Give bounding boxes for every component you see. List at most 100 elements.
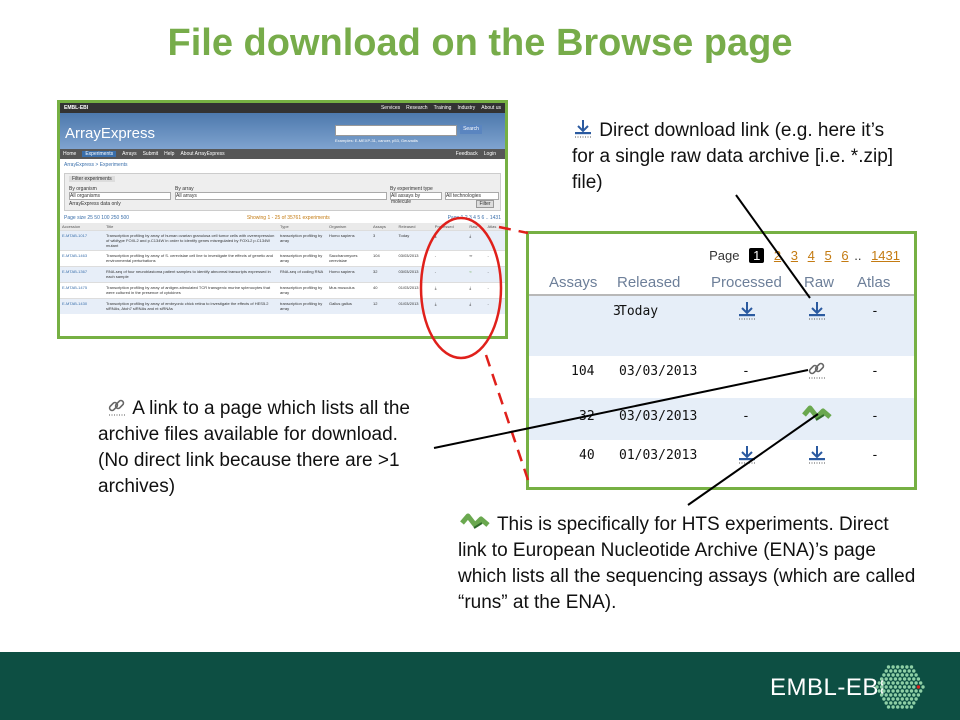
logo-dot (900, 689, 904, 693)
logo-dot (905, 697, 909, 701)
logo-dot (877, 681, 881, 685)
logo-dot (891, 665, 895, 669)
logo-dot (891, 697, 895, 701)
logo-dot (912, 685, 916, 689)
logo-dot (900, 673, 904, 677)
logo-dot (902, 693, 907, 697)
logo-dot (912, 669, 916, 673)
logo-dot (875, 685, 879, 689)
logo-dot (905, 681, 909, 685)
logo-dot (896, 665, 900, 669)
logo-dot (902, 701, 907, 705)
logo-dot (889, 677, 893, 681)
footer-logo: EMBL-EBI (770, 674, 887, 701)
logo-dot (902, 685, 907, 689)
logo-dot (891, 681, 895, 685)
logo-dot (889, 669, 893, 673)
logo-dot (919, 689, 923, 693)
callout-overlay (419, 194, 819, 506)
logo-dot (882, 673, 886, 677)
logo-dot (884, 685, 888, 689)
logo-dot (886, 673, 891, 677)
logo-dot (909, 705, 914, 709)
logo-dot (905, 673, 909, 677)
logo-dot (919, 681, 923, 685)
logo-dot (914, 689, 918, 693)
logo-dot (902, 677, 907, 681)
logo-dot (900, 697, 904, 701)
embl-ebi-hex-logo-icon (875, 665, 925, 709)
logo-dot (907, 693, 911, 697)
logo-dot (909, 665, 914, 669)
logo-dot (896, 697, 900, 701)
logo-dot (884, 701, 888, 705)
logo-dot (907, 677, 911, 681)
logo-dot (893, 685, 898, 689)
logo-dot (879, 685, 884, 689)
logo-dot (893, 693, 898, 697)
logo-dot (907, 669, 911, 673)
pointer-ena (687, 413, 819, 506)
logo-dot (879, 677, 884, 681)
logo-dot (916, 677, 921, 681)
logo-dot (912, 701, 916, 705)
logo-dot (916, 685, 921, 689)
logo-dot (921, 685, 925, 689)
logo-dot (909, 681, 914, 685)
logo-dot (882, 689, 886, 693)
logo-dot (912, 693, 916, 697)
footer-bar: EMBL-EBI (0, 652, 960, 720)
logo-dot (882, 681, 886, 685)
logo-dot (914, 697, 918, 701)
logo-dot (877, 689, 881, 693)
logo-dot (912, 677, 916, 681)
logo-dot (916, 693, 921, 697)
zoom-connector-bottom (484, 354, 530, 481)
logo-dot (898, 693, 902, 697)
logo-dot (884, 693, 888, 697)
logo-dot (882, 697, 886, 701)
logo-dot (898, 669, 902, 673)
logo-dot (891, 689, 895, 693)
logo-dot (891, 705, 895, 709)
logo-dot (893, 677, 898, 681)
zoom-connector-top (498, 225, 529, 235)
logo-dot (898, 685, 902, 689)
logo-dot (909, 689, 914, 693)
logo-dot (905, 705, 909, 709)
logo-dot (914, 673, 918, 677)
logo-dot (893, 669, 898, 673)
logo-dot (886, 681, 891, 685)
logo-dot (909, 697, 914, 701)
logo-dot (902, 669, 907, 673)
logo-dot (879, 693, 884, 697)
highlight-ellipse (419, 216, 503, 360)
logo-dot (900, 705, 904, 709)
logo-dot (891, 673, 895, 677)
logo-dot (886, 665, 891, 669)
logo-dot (889, 701, 893, 705)
logo-dot (886, 689, 891, 693)
logo-dot (884, 677, 888, 681)
logo-dot (886, 705, 891, 709)
logo-dot (907, 685, 911, 689)
logo-dot (896, 705, 900, 709)
logo-dot (884, 669, 888, 673)
logo-dot (909, 673, 914, 677)
logo-dot (896, 689, 900, 693)
logo-dot (889, 685, 893, 689)
logo-dot (907, 701, 911, 705)
logo-dot (889, 693, 893, 697)
logo-dot (886, 697, 891, 701)
logo-dot (900, 681, 904, 685)
logo-dot (893, 701, 898, 705)
pointer-link (433, 369, 809, 449)
logo-dot (900, 665, 904, 669)
logo-dot (896, 681, 900, 685)
logo-dot (905, 665, 909, 669)
pointer-download (735, 194, 811, 299)
logo-dot (914, 681, 918, 685)
logo-dot (898, 677, 902, 681)
logo-dot (905, 689, 909, 693)
logo-dot (896, 673, 900, 677)
